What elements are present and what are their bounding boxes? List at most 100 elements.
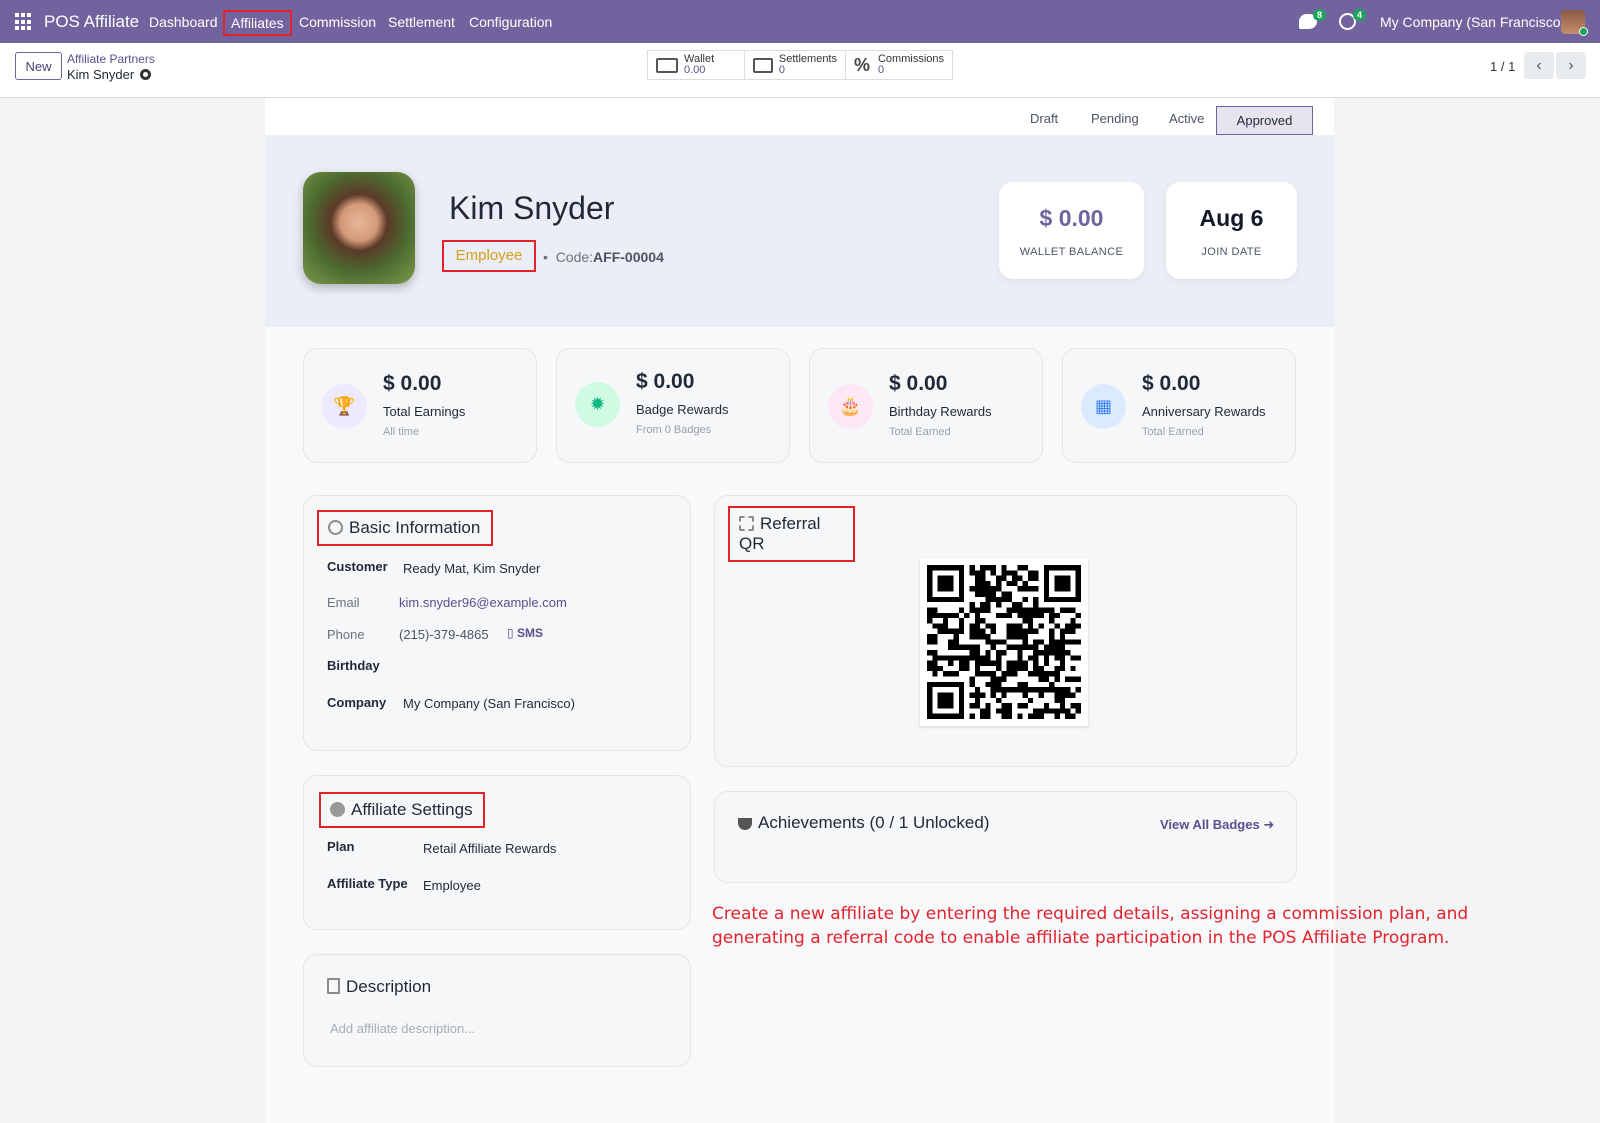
referral-qr-image (920, 558, 1088, 726)
kpi-total-earnings: 🏆 $ 0.00 Total Earnings All time (303, 348, 537, 463)
referral-qr-card: Referral QR (714, 495, 1297, 767)
kpi-anniversary-rewards: ▦ $ 0.00 Anniversary Rewards Total Earne… (1062, 348, 1296, 463)
annotation-text: Create a new affiliate by entering the r… (712, 904, 1469, 948)
customer-value[interactable]: Ready Mat, Kim Snyder (403, 561, 540, 576)
view-all-badges-link[interactable]: View All Badges ➜ (1160, 817, 1274, 833)
affiliate-type-label: Affiliate Type (327, 876, 408, 891)
kpi-value: $ 0.00 (636, 370, 695, 393)
kpi-label: Birthday Rewards (889, 404, 992, 419)
affiliate-settings-title-text: Affiliate Settings (351, 800, 473, 819)
wallet-icon (656, 57, 678, 73)
join-date-label: JOIN DATE (1201, 246, 1262, 258)
status-pending[interactable]: Pending (1091, 111, 1139, 126)
form-sheet: Draft Pending Active Approved Kim Snyder… (265, 98, 1334, 1123)
commissions-smart-button[interactable]: % Commissions 0 (846, 51, 952, 79)
join-date-card: Aug 6 JOIN DATE (1166, 182, 1297, 279)
kpi-birthday-rewards: 🎂 $ 0.00 Birthday Rewards Total Earned (809, 348, 1043, 463)
code-label: Code: (555, 249, 594, 265)
company-value[interactable]: My Company (San Francisco) (403, 696, 575, 711)
percent-icon: % (854, 55, 871, 75)
gear-icon (330, 802, 345, 817)
kpi-value: $ 0.00 (889, 372, 948, 395)
settlements-smart-button[interactable]: Settlements 0 (745, 51, 846, 79)
affiliate-type-value[interactable]: Employee (423, 878, 481, 893)
wallet-smart-value: 0.00 (684, 64, 706, 76)
company-label: Company (327, 695, 387, 710)
kpi-sub: From 0 Badges (636, 424, 712, 436)
nav-configuration[interactable]: Configuration (469, 14, 552, 30)
settlements-smart-value: 0 (778, 64, 786, 76)
status-draft[interactable]: Draft (1030, 111, 1058, 126)
apps-menu-icon[interactable] (15, 13, 33, 31)
basic-information-card: Basic Information Customer Ready Mat, Ki… (303, 495, 691, 751)
breadcrumb-current-label: Kim Snyder (67, 67, 135, 82)
gear-icon[interactable] (140, 69, 152, 80)
settlements-smart-label: Settlements (778, 53, 837, 65)
user-circle-icon (328, 520, 343, 535)
sms-button[interactable]: ▯ SMS (507, 626, 543, 640)
phone-value[interactable]: (215)-379-4865 (399, 627, 489, 642)
company-switcher[interactable]: My Company (San Francisco) (1380, 14, 1565, 30)
kpi-label: Badge Rewards (636, 402, 729, 417)
commissions-smart-value: 0 (877, 64, 885, 76)
smart-buttons: Wallet 0.00 Settlements 0 % Commissions 0 (647, 50, 953, 80)
affiliate-settings-card: Affiliate Settings Plan Retail Affiliate… (303, 775, 691, 930)
status-active[interactable]: Active (1169, 111, 1204, 126)
kpi-sub: All time (383, 426, 420, 438)
qr-code-icon (739, 516, 754, 531)
wallet-balance-card: $ 0.00 WALLET BALANCE (999, 182, 1144, 279)
affiliate-settings-title: Affiliate Settings (319, 792, 485, 828)
join-date-value: Aug 6 (1199, 205, 1264, 231)
commissions-smart-label: Commissions (877, 53, 944, 65)
mobile-icon: ▯ (507, 626, 514, 640)
kpi-sub: Total Earned (889, 426, 951, 438)
description-title-text: Description (346, 977, 432, 996)
phone-label: Phone (327, 627, 365, 642)
description-card: Description Add affiliate description... (303, 954, 691, 1067)
customer-label: Customer (327, 559, 388, 574)
trophy-icon: 🏆 (322, 384, 367, 429)
wallet-balance-label: WALLET BALANCE (1019, 246, 1124, 258)
affiliate-name: Kim Snyder (449, 190, 615, 226)
basic-information-title-text: Basic Information (349, 518, 481, 537)
profile-photo[interactable] (303, 172, 415, 284)
nav-settlement[interactable]: Settlement (388, 14, 455, 30)
referral-qr-title: Referral QR (728, 506, 855, 562)
badge-icon: ✹ (575, 382, 620, 427)
pager-previous-icon[interactable]: ‹ (1524, 52, 1554, 79)
chat-badge: 8 (1313, 9, 1327, 21)
kpi-label: Anniversary Rewards (1142, 404, 1266, 419)
achievements-title-text: Achievements (0 / 1 Unlocked) (758, 813, 990, 832)
status-bar: Draft Pending Active Approved (265, 98, 1334, 135)
email-link[interactable]: kim.snyder96@example.com (399, 595, 567, 610)
app-name[interactable]: POS Affiliate (44, 12, 139, 32)
plan-value[interactable]: Retail Affiliate Rewards (423, 841, 556, 856)
kpi-badge-rewards: ✹ $ 0.00 Badge Rewards From 0 Badges (556, 348, 790, 463)
affiliate-code: • Code:AFF-00004 (543, 249, 664, 265)
birthday-label: Birthday (327, 658, 380, 673)
kpi-sub: Total Earned (1142, 426, 1204, 438)
kpi-label: Total Earnings (383, 404, 466, 419)
profile-header: Kim Snyder Employee • Code:AFF-00004 $ 0… (265, 135, 1334, 327)
nav-commission[interactable]: Commission (299, 14, 376, 30)
description-title: Description (318, 971, 440, 1003)
email-label: Email (327, 595, 360, 610)
qr-code (927, 565, 1081, 719)
description-input[interactable]: Add affiliate description... (330, 1021, 475, 1036)
nav-dashboard[interactable]: Dashboard (149, 14, 218, 30)
form-body: 🏆 $ 0.00 Total Earnings All time ✹ $ 0.0… (265, 327, 1334, 1123)
wallet-balance-value: $ 0.00 (1039, 205, 1104, 231)
status-approved[interactable]: Approved (1216, 106, 1313, 135)
breadcrumb-parent[interactable]: Affiliate Partners (67, 52, 155, 66)
pager-next-icon[interactable]: › (1556, 52, 1586, 79)
trophy-icon (738, 818, 752, 830)
wallet-smart-button[interactable]: Wallet 0.00 (648, 51, 745, 79)
role-tag: Employee (442, 240, 536, 272)
nav-affiliates[interactable]: Affiliates (223, 10, 292, 36)
sms-label: SMS (516, 626, 543, 640)
top-navbar: POS Affiliate Dashboard Affiliates Commi… (0, 0, 1600, 43)
new-button[interactable]: New (15, 52, 62, 80)
list-icon (753, 57, 773, 73)
kpi-value: $ 0.00 (1142, 372, 1201, 395)
achievements-title: Achievements (0 / 1 Unlocked) (729, 807, 999, 839)
